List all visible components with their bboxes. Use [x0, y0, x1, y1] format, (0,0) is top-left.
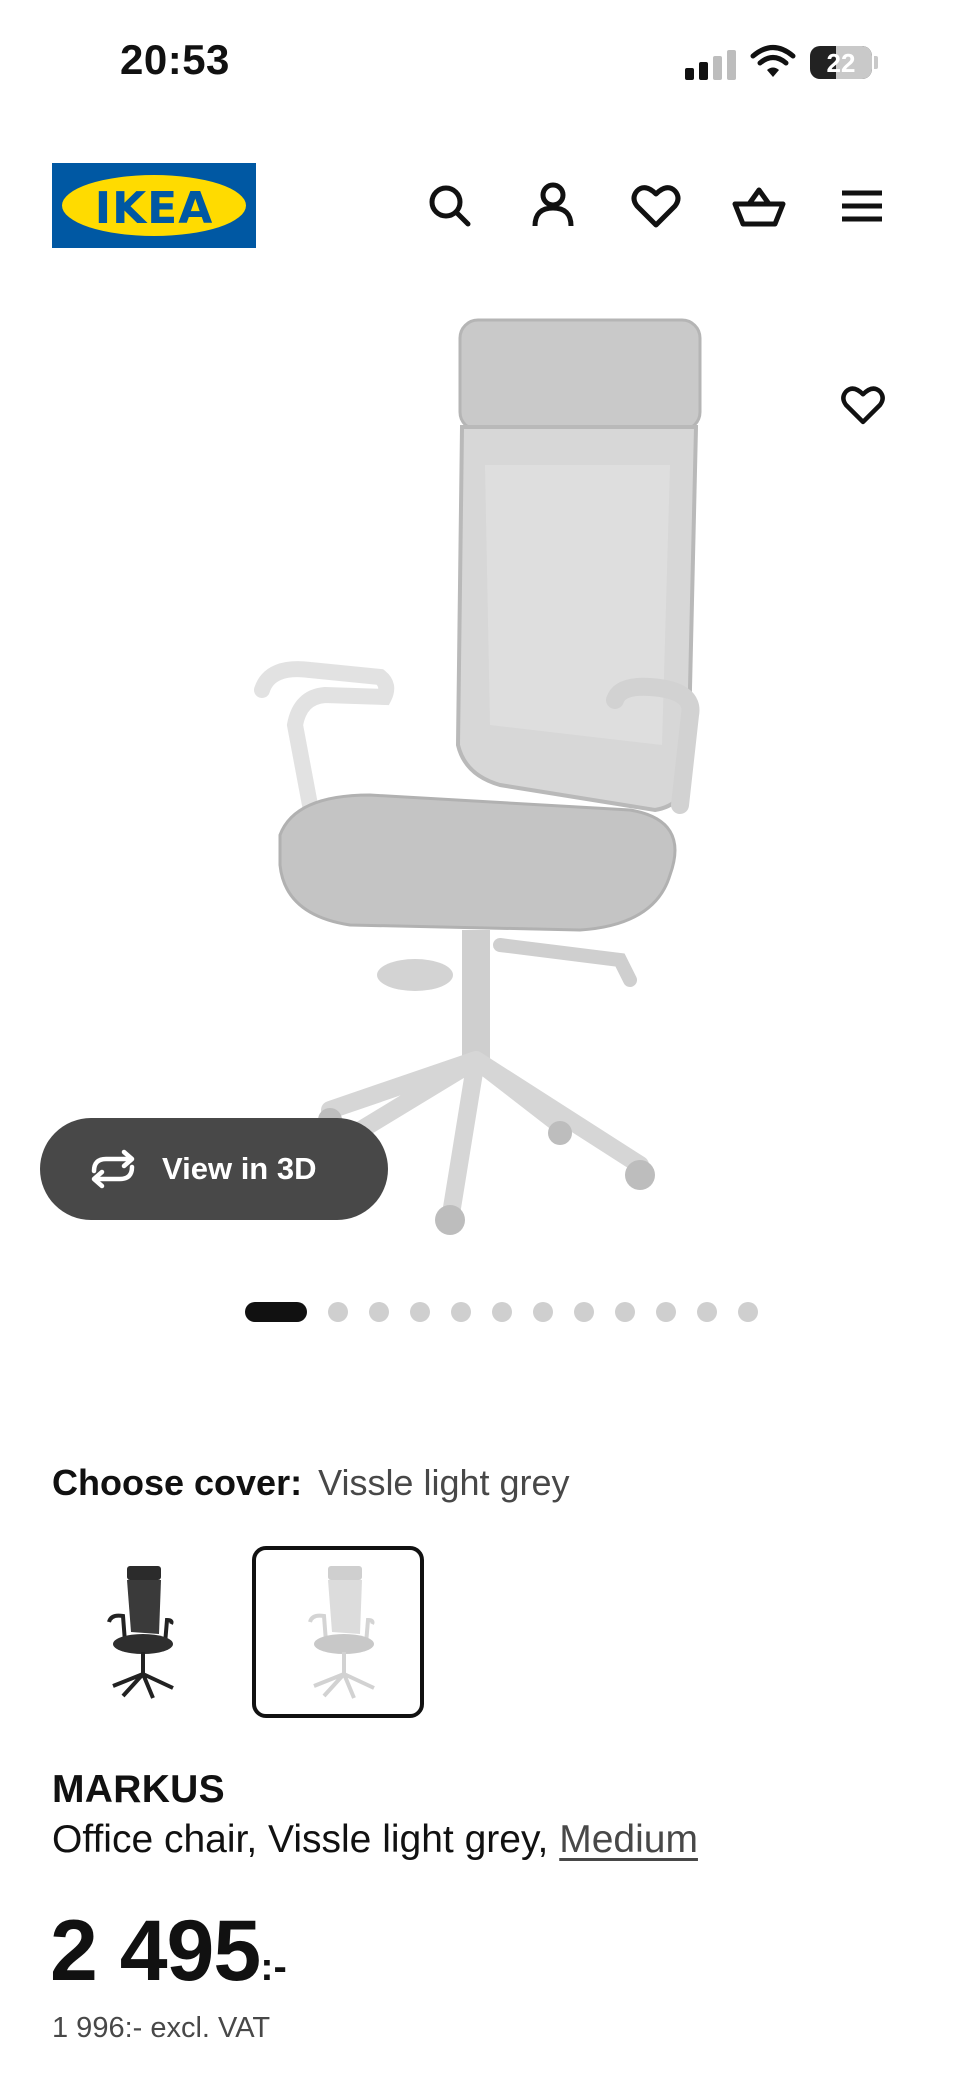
cellular-signal-icon [685, 50, 741, 80]
heart-icon[interactable] [628, 178, 684, 234]
pagination-dot[interactable] [492, 1302, 512, 1322]
pagination-dot-active[interactable] [245, 1302, 307, 1322]
pagination-dot[interactable] [738, 1302, 758, 1322]
pagination-dot[interactable] [410, 1302, 430, 1322]
wishlist-button[interactable] [826, 368, 900, 442]
menu-icon[interactable] [834, 178, 890, 234]
search-icon[interactable] [422, 178, 478, 234]
size-link[interactable]: Medium [559, 1818, 698, 1861]
battery-level: 22 [826, 48, 856, 78]
heart-icon [841, 386, 885, 425]
cover-selected-value: Vissle light grey [318, 1462, 570, 1503]
status-time: 20:53 [120, 36, 230, 83]
gallery-pagination[interactable] [245, 1302, 758, 1322]
pagination-dot[interactable] [328, 1302, 348, 1322]
battery-icon: 22 [810, 46, 872, 79]
price-currency: :- [260, 1945, 287, 1989]
cover-label: Choose cover: [52, 1462, 303, 1503]
wifi-icon [750, 44, 796, 85]
ikea-logo[interactable]: IKEA [52, 163, 256, 248]
pagination-dot[interactable] [615, 1302, 635, 1322]
view-in-3d-button[interactable]: View in 3D [40, 1118, 388, 1220]
view-in-3d-label: View in 3D [162, 1151, 317, 1186]
cover-option-dark-grey[interactable] [55, 1546, 227, 1718]
pagination-dot[interactable] [697, 1302, 717, 1322]
pagination-dot[interactable] [656, 1302, 676, 1322]
product-name: MARKUS [52, 1768, 225, 1811]
cover-selector-heading: Choose cover: Vissle light grey [52, 1462, 570, 1504]
battery-tip [874, 56, 878, 69]
price-amount: 2 495 [50, 1903, 261, 1999]
basket-icon[interactable] [731, 178, 787, 234]
rotate-3d-icon [91, 1149, 135, 1189]
price-excl-vat: 1 996:- excl. VAT [52, 2012, 271, 2044]
pagination-dot[interactable] [533, 1302, 553, 1322]
product-description-text: Office chair, Vissle light grey, [52, 1818, 560, 1861]
pagination-dot[interactable] [369, 1302, 389, 1322]
logo-text: IKEA [94, 183, 214, 234]
product-description: Office chair, Vissle light grey, Medium [52, 1818, 698, 1862]
account-icon[interactable] [525, 178, 581, 234]
pagination-dot[interactable] [451, 1302, 471, 1322]
cover-option-light-grey[interactable] [252, 1546, 424, 1718]
product-price: 2 495:- [50, 1902, 287, 2001]
pagination-dot[interactable] [574, 1302, 594, 1322]
